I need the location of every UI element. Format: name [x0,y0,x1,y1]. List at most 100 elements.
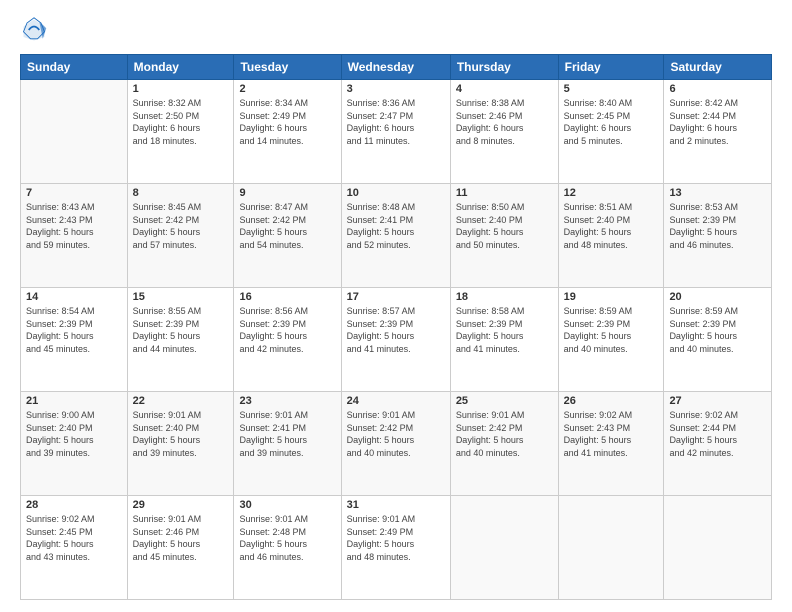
calendar-cell: 1Sunrise: 8:32 AMSunset: 2:50 PMDaylight… [127,80,234,184]
day-number: 31 [347,499,445,511]
day-info: Sunrise: 8:57 AMSunset: 2:39 PMDaylight:… [347,305,445,355]
day-info: Sunrise: 9:01 AMSunset: 2:46 PMDaylight:… [133,513,229,563]
day-info: Sunrise: 8:58 AMSunset: 2:39 PMDaylight:… [456,305,553,355]
calendar-cell: 31 Sunrise: 9:01 AMSunset: 2:49 PMDayligh… [341,496,450,600]
day-number: 22 [133,395,229,407]
calendar-cell: 7 Sunrise: 8:43 AMSunset: 2:43 PMDaylight… [21,184,128,288]
calendar-week-row: 7 Sunrise: 8:43 AMSunset: 2:43 PMDaylight… [21,184,772,288]
day-info: Sunrise: 8:50 AMSunset: 2:40 PMDaylight:… [456,201,553,251]
day-number: 24 [347,395,445,407]
day-number: 12 [564,187,659,199]
weekday-header-sunday: Sunday [21,55,128,80]
calendar-cell: 10Sunrise: 8:48 AMSunset: 2:41 PMDayligh… [341,184,450,288]
calendar-cell: 16 Sunrise: 8:56 AMSunset: 2:39 PMDayligh… [234,288,341,392]
day-info: Sunrise: 8:42 AMSunset: 2:44 PMDaylight:… [669,97,766,147]
day-info: Sunrise: 8:40 AMSunset: 2:45 PMDaylight:… [564,97,659,147]
calendar-cell: 3Sunrise: 8:36 AMSunset: 2:47 PMDaylight… [341,80,450,184]
day-number: 25 [456,395,553,407]
calendar-cell: 2Sunrise: 8:34 AMSunset: 2:49 PMDaylight… [234,80,341,184]
calendar-week-row: 14Sunrise: 8:54 AMSunset: 2:39 PMDayligh… [21,288,772,392]
day-info: Sunrise: 9:02 AMSunset: 2:44 PMDaylight:… [669,409,766,459]
calendar-cell: 9Sunrise: 8:47 AMSunset: 2:42 PMDaylight… [234,184,341,288]
calendar-page: SundayMondayTuesdayWednesdayThursdayFrid… [0,0,792,612]
calendar-cell: 28 Sunrise: 9:02 AMSunset: 2:45 PMDayligh… [21,496,128,600]
day-info: Sunrise: 8:43 AMSunset: 2:43 PMDaylight:… [26,201,122,251]
day-number: 23 [239,395,335,407]
day-info: Sunrise: 9:01 AMSunset: 2:49 PMDaylight:… [347,513,445,563]
logo [20,16,52,44]
day-number: 28 [26,499,122,511]
day-number: 10 [347,187,445,199]
calendar-week-row: 21 Sunrise: 9:00 AMSunset: 2:40 PMDayligh… [21,392,772,496]
day-number: 7 [26,187,122,199]
weekday-header-saturday: Saturday [664,55,772,80]
calendar-cell [21,80,128,184]
day-info: Sunrise: 8:54 AMSunset: 2:39 PMDaylight:… [26,305,122,355]
calendar-cell [450,496,558,600]
day-number: 8 [133,187,229,199]
weekday-header-thursday: Thursday [450,55,558,80]
day-number: 19 [564,291,659,303]
weekday-header-monday: Monday [127,55,234,80]
day-info: Sunrise: 9:02 AMSunset: 2:45 PMDaylight:… [26,513,122,563]
day-number: 30 [239,499,335,511]
calendar-cell: 11 Sunrise: 8:50 AMSunset: 2:40 PMDayligh… [450,184,558,288]
calendar-cell: 29 Sunrise: 9:01 AMSunset: 2:46 PMDayligh… [127,496,234,600]
weekday-header-friday: Friday [558,55,664,80]
calendar-cell: 12Sunrise: 8:51 AMSunset: 2:40 PMDayligh… [558,184,664,288]
calendar-cell: 4 Sunrise: 8:38 AMSunset: 2:46 PMDaylight… [450,80,558,184]
calendar-cell: 22Sunrise: 9:01 AMSunset: 2:40 PMDayligh… [127,392,234,496]
header [20,16,772,44]
day-info: Sunrise: 8:38 AMSunset: 2:46 PMDaylight:… [456,97,553,147]
day-number: 26 [564,395,659,407]
day-info: Sunrise: 8:45 AMSunset: 2:42 PMDaylight:… [133,201,229,251]
calendar-cell [664,496,772,600]
calendar-cell: 23Sunrise: 9:01 AMSunset: 2:41 PMDayligh… [234,392,341,496]
calendar-cell: 27 Sunrise: 9:02 AMSunset: 2:44 PMDayligh… [664,392,772,496]
day-number: 9 [239,187,335,199]
logo-icon [20,16,48,44]
calendar-cell: 6Sunrise: 8:42 AMSunset: 2:44 PMDaylight… [664,80,772,184]
calendar-cell: 25 Sunrise: 9:01 AMSunset: 2:42 PMDayligh… [450,392,558,496]
day-number: 17 [347,291,445,303]
calendar-cell: 20 Sunrise: 8:59 AMSunset: 2:39 PMDayligh… [664,288,772,392]
calendar-cell [558,496,664,600]
day-info: Sunrise: 8:59 AMSunset: 2:39 PMDaylight:… [564,305,659,355]
day-number: 21 [26,395,122,407]
day-info: Sunrise: 9:02 AMSunset: 2:43 PMDaylight:… [564,409,659,459]
day-info: Sunrise: 9:01 AMSunset: 2:48 PMDaylight:… [239,513,335,563]
calendar-cell: 8 Sunrise: 8:45 AMSunset: 2:42 PMDaylight… [127,184,234,288]
day-number: 4 [456,83,553,95]
day-number: 27 [669,395,766,407]
day-info: Sunrise: 8:32 AMSunset: 2:50 PMDaylight:… [133,97,229,147]
calendar-week-row: 1Sunrise: 8:32 AMSunset: 2:50 PMDaylight… [21,80,772,184]
calendar-cell: 18 Sunrise: 8:58 AMSunset: 2:39 PMDayligh… [450,288,558,392]
calendar-table: SundayMondayTuesdayWednesdayThursdayFrid… [20,54,772,600]
day-info: Sunrise: 9:00 AMSunset: 2:40 PMDaylight:… [26,409,122,459]
day-number: 11 [456,187,553,199]
day-number: 29 [133,499,229,511]
day-number: 15 [133,291,229,303]
calendar-cell: 15 Sunrise: 8:55 AMSunset: 2:39 PMDayligh… [127,288,234,392]
calendar-cell: 24Sunrise: 9:01 AMSunset: 2:42 PMDayligh… [341,392,450,496]
calendar-week-row: 28 Sunrise: 9:02 AMSunset: 2:45 PMDayligh… [21,496,772,600]
day-info: Sunrise: 8:55 AMSunset: 2:39 PMDaylight:… [133,305,229,355]
calendar-cell: 21 Sunrise: 9:00 AMSunset: 2:40 PMDayligh… [21,392,128,496]
calendar-cell: 30 Sunrise: 9:01 AMSunset: 2:48 PMDayligh… [234,496,341,600]
calendar-cell: 13 Sunrise: 8:53 AMSunset: 2:39 PMDayligh… [664,184,772,288]
day-number: 20 [669,291,766,303]
weekday-header-row: SundayMondayTuesdayWednesdayThursdayFrid… [21,55,772,80]
day-info: Sunrise: 8:53 AMSunset: 2:39 PMDaylight:… [669,201,766,251]
day-number: 18 [456,291,553,303]
day-info: Sunrise: 8:59 AMSunset: 2:39 PMDaylight:… [669,305,766,355]
weekday-header-wednesday: Wednesday [341,55,450,80]
calendar-cell: 26 Sunrise: 9:02 AMSunset: 2:43 PMDayligh… [558,392,664,496]
calendar-cell: 17 Sunrise: 8:57 AMSunset: 2:39 PMDayligh… [341,288,450,392]
weekday-header-tuesday: Tuesday [234,55,341,80]
calendar-cell: 14Sunrise: 8:54 AMSunset: 2:39 PMDayligh… [21,288,128,392]
day-info: Sunrise: 9:01 AMSunset: 2:42 PMDaylight:… [456,409,553,459]
day-number: 13 [669,187,766,199]
day-number: 16 [239,291,335,303]
day-number: 2 [239,83,335,95]
day-info: Sunrise: 8:56 AMSunset: 2:39 PMDaylight:… [239,305,335,355]
